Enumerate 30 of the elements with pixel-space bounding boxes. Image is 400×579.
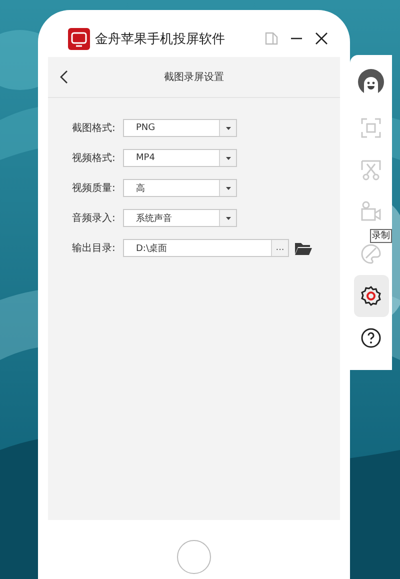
caret-icon	[226, 126, 230, 130]
field-label: 视频格式:	[72, 152, 116, 165]
field-label: 视频质量:	[72, 182, 116, 195]
window-title: 金舟苹果手机投屏软件	[95, 30, 226, 48]
dropdown-button[interactable]	[219, 210, 236, 226]
format-dropdown[interactable]: PNG	[123, 119, 237, 137]
dropdown-button[interactable]	[219, 150, 236, 166]
format-dropdown[interactable]: 系统声音	[123, 209, 237, 227]
caret-icon	[226, 186, 230, 190]
tv-logo-icon	[68, 28, 90, 50]
back-icon[interactable]	[60, 70, 68, 84]
dropdown-button[interactable]	[219, 180, 236, 196]
format-dropdown[interactable]: 高	[123, 179, 237, 197]
field-label: 音频录入:	[72, 212, 116, 225]
format-dropdown[interactable]: MP4	[123, 149, 237, 167]
settings-icon[interactable]	[361, 286, 381, 306]
close-icon[interactable]	[315, 32, 328, 45]
dropdown-button[interactable]	[219, 120, 236, 136]
help-icon[interactable]	[361, 328, 381, 348]
page-title: 截图录屏设置	[164, 70, 224, 84]
caret-icon	[226, 156, 230, 160]
field-label: 截图格式:	[72, 122, 116, 135]
folder-icon[interactable]	[295, 242, 312, 254]
browse-button[interactable]: ...	[271, 240, 288, 256]
tooltip: 录制	[370, 229, 392, 243]
avatar-icon[interactable]	[358, 69, 384, 95]
sidebar-tab[interactable]	[354, 275, 388, 317]
path-field[interactable]: D:\桌面 ...	[123, 239, 289, 257]
caret-icon	[226, 216, 230, 220]
field-label: 输出目录:	[72, 242, 116, 255]
